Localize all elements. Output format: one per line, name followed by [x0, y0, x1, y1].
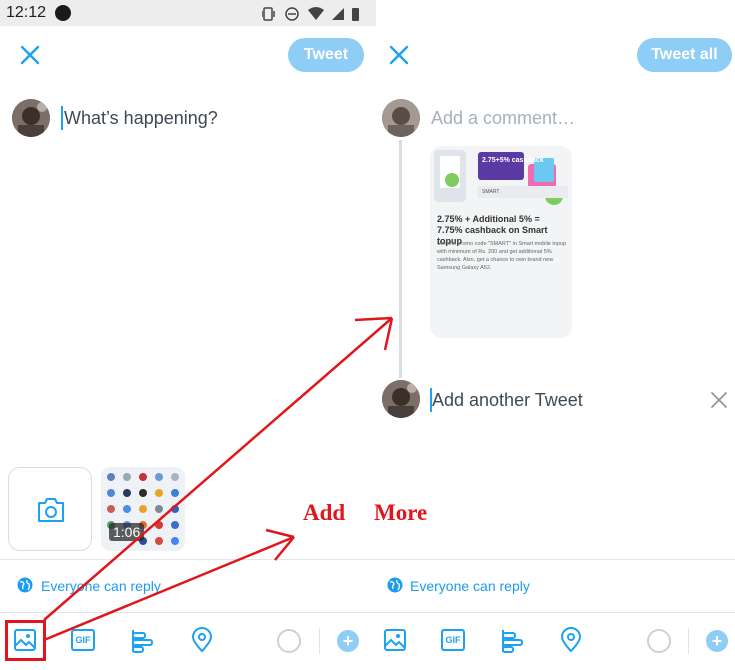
annotation-more: More — [374, 500, 428, 525]
annotation-arrows — [43, 316, 394, 642]
annotation-add: Add — [303, 500, 346, 525]
